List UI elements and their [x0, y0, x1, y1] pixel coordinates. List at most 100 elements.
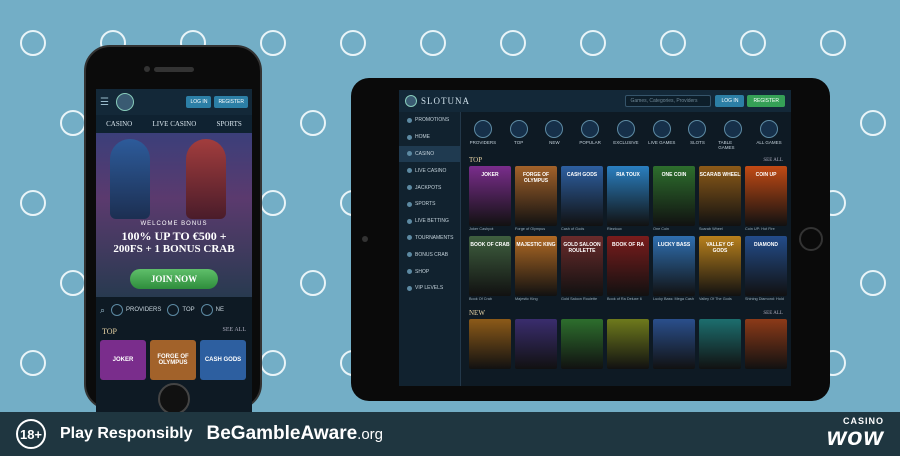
game-thumbnail[interactable]: BOOK OF CRAB [469, 236, 511, 296]
menu-icon[interactable]: ☰ [100, 97, 110, 108]
join-now-button[interactable]: JOIN NOW [130, 269, 218, 289]
game-name: Rieztoux [607, 227, 622, 231]
game-thumbnail[interactable]: CASH GODS [561, 166, 603, 226]
all-games-icon [760, 120, 778, 138]
section-title: TOP [102, 327, 117, 336]
category-item[interactable]: PROVIDERS [468, 120, 498, 150]
begambleaware-logo[interactable]: BeGambleAware.org [207, 423, 384, 445]
game-tile[interactable]: FORGE OF OLYMPUS [150, 340, 196, 380]
sidebar-item-label: LIVE BETTING [415, 218, 449, 225]
tablet-screen: SLOTUNA Games, Categories, Providers LOG… [399, 90, 791, 386]
see-all-link[interactable]: SEE ALL [223, 327, 247, 336]
register-button[interactable]: REGISTER [747, 95, 785, 107]
game-card[interactable]: DIAMOND Shining Diamond: Hold [745, 236, 787, 303]
game-tile[interactable]: CASH GODS [200, 340, 246, 380]
phone-speaker [154, 67, 194, 72]
sidebar-item[interactable]: TOURNAMENTS [399, 230, 460, 247]
site-logo[interactable]: SLOTUNA [421, 96, 470, 106]
game-thumbnail[interactable]: FORGE OF OLYMPUS [515, 166, 557, 226]
game-card[interactable]: JOKER Joker Cashpot [469, 166, 511, 233]
game-card[interactable]: BOOK OF RA Book of Ra Deluxe 6 [607, 236, 649, 303]
logo-icon[interactable] [116, 93, 134, 111]
tablet-header: SLOTUNA Games, Categories, Providers LOG… [399, 90, 791, 112]
section-title: TOP [469, 156, 483, 164]
game-card[interactable]: CASH GODS Cash of Gods [561, 166, 603, 233]
game-card[interactable]: RIA TOUX Rieztoux [607, 166, 649, 233]
game-thumbnail[interactable]: DIAMOND [745, 236, 787, 296]
category-top[interactable]: TOP [167, 304, 195, 316]
game-thumbnail[interactable]: MAJESTIC KING [515, 236, 557, 296]
game-thumbnail[interactable] [515, 319, 557, 369]
game-thumbnail[interactable]: ONE COIN [653, 166, 695, 226]
sidebar-item[interactable]: JACKPOTS [399, 179, 460, 196]
game-thumbnail[interactable] [607, 319, 649, 369]
pattern-circle [60, 110, 86, 136]
category-label: LIVE GAMES [648, 140, 676, 145]
see-all-link[interactable]: SEE ALL [763, 158, 783, 163]
nav-casino[interactable]: CASINO [106, 120, 132, 128]
game-thumbnail[interactable]: LUCKY BASS [653, 236, 695, 296]
game-card[interactable]: BOOK OF CRAB Book Of Crab [469, 236, 511, 303]
sidebar-item[interactable]: VIP LEVELS [399, 280, 460, 297]
sidebar-item[interactable]: HOME [399, 129, 460, 146]
sidebar-item[interactable]: LIVE BETTING [399, 213, 460, 230]
search-input[interactable]: Games, Categories, Providers [625, 95, 712, 107]
logo-icon[interactable] [405, 95, 417, 107]
category-item[interactable]: ALL GAMES [754, 120, 784, 150]
game-thumbnail[interactable]: RIA TOUX [607, 166, 649, 226]
category-item[interactable]: LIVE GAMES [647, 120, 677, 150]
search-icon[interactable]: ⌕ [100, 305, 105, 316]
game-card[interactable]: VALLEY OF GODS Valley Of The Gods [699, 236, 741, 303]
sidebar-item-label: VIP LEVELS [415, 285, 444, 292]
game-thumbnail[interactable]: COIN UP [745, 166, 787, 226]
game-thumbnail[interactable]: JOKER [469, 166, 511, 226]
sidebar-dot-icon [407, 134, 412, 140]
sidebar-item[interactable]: SPORTS [399, 196, 460, 213]
see-all-link[interactable]: SEE ALL [763, 311, 783, 316]
login-button[interactable]: LOG IN [186, 96, 212, 108]
login-button[interactable]: LOG IN [715, 95, 745, 107]
category-item[interactable]: TABLE GAMES [718, 120, 748, 150]
category-providers[interactable]: PROVIDERS [111, 304, 161, 316]
game-thumbnail[interactable] [469, 319, 511, 369]
tablet-home-button [799, 227, 823, 251]
game-card[interactable]: COIN UP Coin UP: Hot Fire [745, 166, 787, 233]
game-thumbnail[interactable]: BOOK OF RA [607, 236, 649, 296]
sidebar-item[interactable]: BONUS CRAB [399, 246, 460, 263]
phone-device: ☰ LOG IN REGISTER CASINO LIVE CASINO SPO… [84, 45, 262, 415]
sidebar-item[interactable]: SHOP [399, 263, 460, 280]
category-item[interactable]: POPULAR [575, 120, 605, 150]
game-thumbnail[interactable] [699, 319, 741, 369]
table-games-icon [724, 120, 743, 138]
game-thumbnail[interactable] [653, 319, 695, 369]
sidebar-item[interactable]: PROMOTIONS [399, 112, 460, 129]
category-item[interactable]: NEW [539, 120, 569, 150]
game-thumbnail[interactable]: VALLEY OF GODS [699, 236, 741, 296]
nav-live-casino[interactable]: LIVE CASINO [153, 120, 197, 128]
category-new[interactable]: NE [200, 304, 224, 316]
category-item[interactable]: TOP [504, 120, 534, 150]
game-card[interactable]: MAJESTIC KING Majestic King [515, 236, 557, 303]
game-card[interactable]: LUCKY BASS Lucky Bass: Mega Cash [653, 236, 695, 303]
game-card[interactable]: GOLD SALOON ROULETTE Gold Saloon Roulette [561, 236, 603, 303]
game-thumbnail[interactable] [745, 319, 787, 369]
category-label: SLOTS [690, 140, 705, 145]
popular-icon [581, 120, 600, 138]
category-item[interactable]: SLOTS [682, 120, 712, 150]
game-tile[interactable]: JOKER [100, 340, 146, 380]
game-name: Book of Ra Deluxe 6 [607, 297, 642, 301]
game-card[interactable]: ONE COIN One Coin [653, 166, 695, 233]
game-thumbnail[interactable]: GOLD SALOON ROULETTE [561, 236, 603, 296]
nav-sports[interactable]: SPORTS [217, 120, 242, 128]
sidebar-item[interactable]: CASINO [399, 145, 460, 163]
game-thumbnail[interactable]: SCARAB WHEEL [699, 166, 741, 226]
game-card[interactable]: FORGE OF OLYMPUS Forge of Olympus [515, 166, 557, 233]
register-button[interactable]: REGISTER [214, 96, 248, 108]
top-games-grid: JOKER Joker Cashpot FORGE OF OLYMPUS Forge … [465, 166, 787, 303]
category-item[interactable]: EXCLUSIVE [611, 120, 641, 150]
game-thumbnail[interactable] [561, 319, 603, 369]
game-card[interactable]: SCARAB WHEEL Scarab Wheel [699, 166, 741, 233]
sidebar-item-label: PROMOTIONS [415, 117, 450, 124]
sidebar-dot-icon [407, 235, 412, 241]
sidebar-item[interactable]: LIVE CASINO [399, 162, 460, 179]
